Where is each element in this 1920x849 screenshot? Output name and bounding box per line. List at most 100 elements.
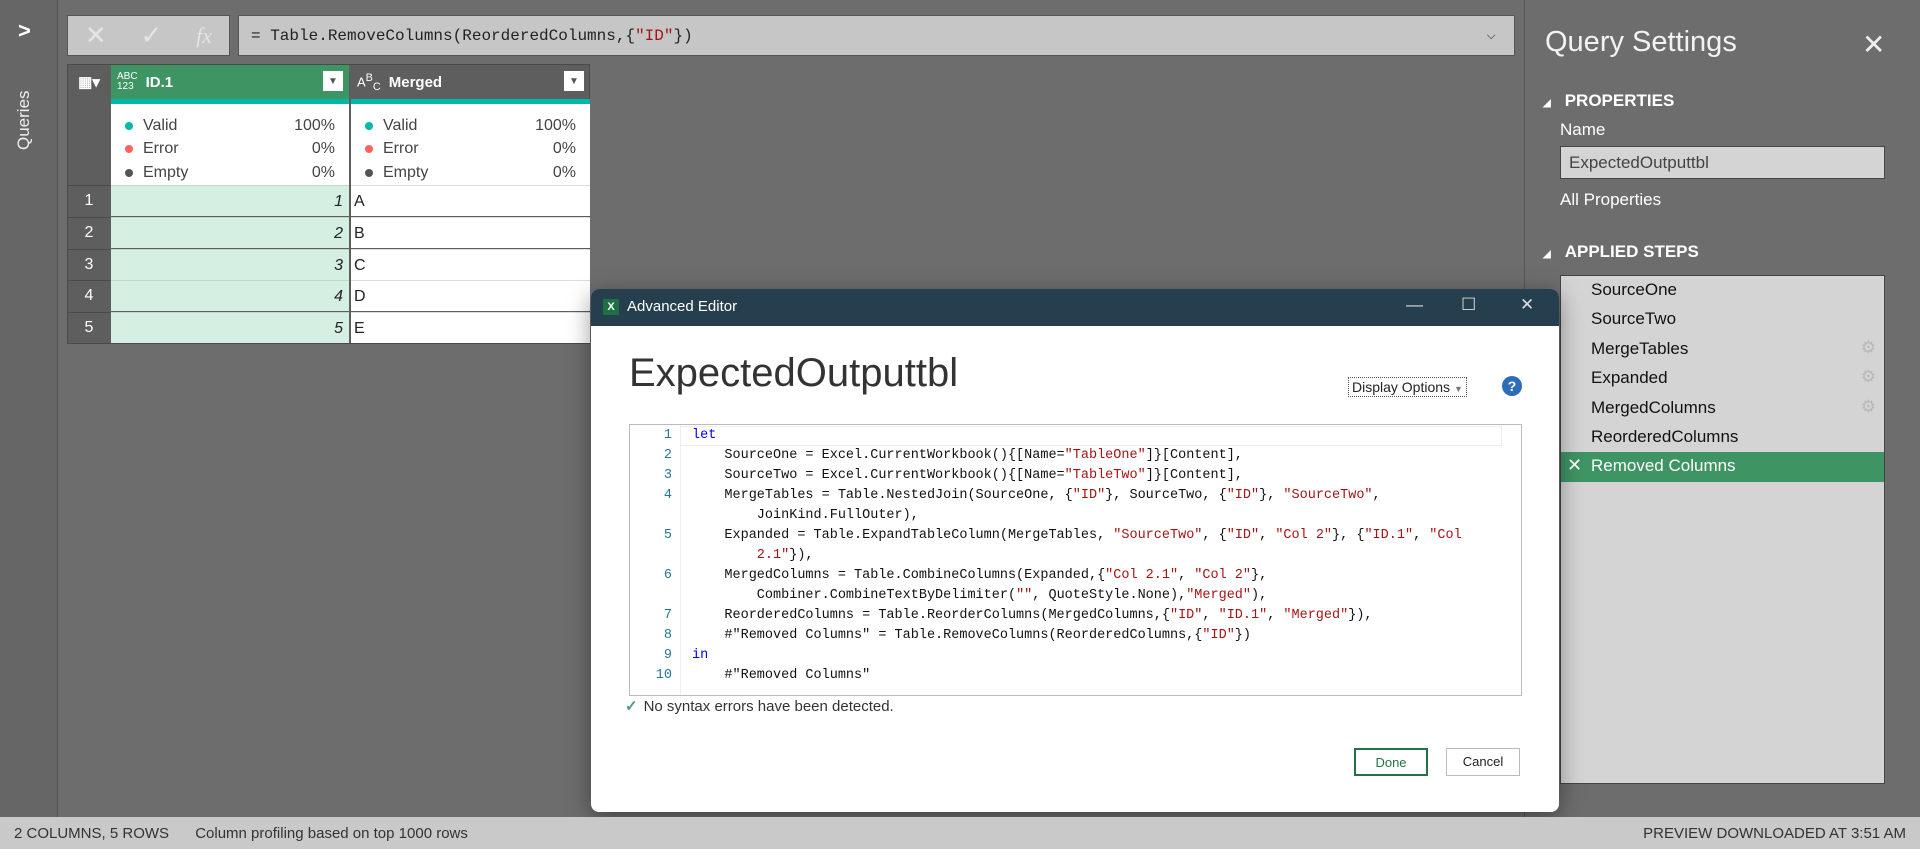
dialog-titlebar[interactable]: X Advanced Editor — ☐ ✕ xyxy=(591,289,1559,326)
status-bar: 2 COLUMNS, 5 ROWS Column profiling based… xyxy=(0,817,1920,849)
code-token: }, xyxy=(1251,568,1268,583)
line-number: 8 xyxy=(663,628,672,643)
applied-steps-header[interactable]: ◢ APPLIED STEPS xyxy=(1543,242,1699,262)
queries-pane[interactable]: > Queries xyxy=(0,0,58,817)
gear-icon[interactable]: ⚙ xyxy=(1861,338,1876,358)
code-token: Combiner.CombineTextByDelimiter( xyxy=(692,588,1017,603)
code-token: "ID" xyxy=(1226,488,1260,503)
done-button[interactable]: Done xyxy=(1354,748,1428,776)
fx-icon[interactable]: fx xyxy=(196,23,212,49)
cancel-button[interactable]: Cancel xyxy=(1446,748,1520,776)
help-icon[interactable]: ? xyxy=(1502,376,1522,396)
text-type-icon[interactable]: ABC xyxy=(357,72,381,92)
queries-label: Queries xyxy=(14,90,33,150)
row-number[interactable]: 4 xyxy=(68,280,110,311)
line-number xyxy=(630,506,672,526)
row-number[interactable]: 5 xyxy=(68,312,110,343)
code-token: , xyxy=(1372,488,1381,503)
close-icon[interactable]: ✕ xyxy=(1520,295,1534,315)
cell-id1[interactable]: 1 xyxy=(111,185,349,216)
expand-chevron-icon[interactable]: > xyxy=(18,18,31,44)
cell-merged[interactable]: B xyxy=(351,216,590,248)
profile-empty[interactable]: Empty 0% xyxy=(365,161,576,185)
profile-valid[interactable]: Valid 100% xyxy=(125,114,335,138)
filter-dropdown-icon[interactable]: ▼ xyxy=(564,71,584,91)
profile-label: Error xyxy=(365,140,419,158)
number-type-icon[interactable]: ABC 123 xyxy=(117,72,138,92)
code-line[interactable]: Expanded = Table.ExpandTableColumn(Merge… xyxy=(692,526,1461,546)
code-line[interactable]: #"Removed Columns" xyxy=(692,666,870,686)
applied-step[interactable]: ReorderedColumns xyxy=(1561,423,1884,452)
row-number[interactable]: 1 xyxy=(68,185,110,216)
query-settings-title: Query Settings xyxy=(1545,26,1737,58)
code-line[interactable]: Combiner.CombineTextByDelimiter("", Quot… xyxy=(692,586,1267,606)
code-line[interactable]: SourceTwo = Excel.CurrentWorkbook(){[Nam… xyxy=(692,466,1243,486)
cell-merged[interactable]: D xyxy=(351,280,590,312)
code-line[interactable]: MergedColumns = Table.CombineColumns(Exp… xyxy=(692,566,1267,586)
profile-valid[interactable]: Valid 100% xyxy=(365,114,576,138)
column-header-id1[interactable]: ABC 123 ID.1 ▼ xyxy=(111,65,349,99)
code-token: SourceTwo = Excel.CurrentWorkbook(){[Nam… xyxy=(692,468,1065,483)
code-line[interactable]: 2.1"}), xyxy=(692,546,814,566)
code-line[interactable]: MergeTables = Table.NestedJoin(SourceOne… xyxy=(692,486,1381,506)
applied-step[interactable]: SourceTwo xyxy=(1561,305,1884,334)
error-dot-icon xyxy=(125,145,133,154)
code-token: "TableTwo" xyxy=(1064,468,1146,483)
applied-step[interactable]: MergedColumns ⚙ xyxy=(1561,394,1884,423)
close-icon[interactable]: ✕ xyxy=(1862,28,1885,61)
code-token: "Col 2" xyxy=(1194,568,1252,583)
code-token: "ID" xyxy=(1072,488,1106,503)
filter-dropdown-icon[interactable]: ▼ xyxy=(323,71,343,91)
cell-id1[interactable]: 2 xyxy=(111,216,349,248)
minimize-icon[interactable]: — xyxy=(1406,295,1423,315)
profile-error[interactable]: Error 0% xyxy=(125,138,335,162)
applied-step[interactable]: MergeTables ⚙ xyxy=(1561,335,1884,364)
code-line[interactable]: ReorderedColumns = Table.ReorderColumns(… xyxy=(692,606,1372,626)
all-properties-link[interactable]: All Properties xyxy=(1560,190,1661,210)
cell-merged[interactable]: E xyxy=(351,312,590,344)
code-token: "Merged" xyxy=(1283,608,1349,623)
code-editor[interactable]: 1 let 2 SourceOne = Excel.CurrentWorkbook(… xyxy=(629,424,1522,696)
column-header-merged[interactable]: ABC Merged ▼ xyxy=(351,65,590,99)
current-line-highlight xyxy=(680,426,1502,446)
cell-id1[interactable]: 4 xyxy=(111,280,349,312)
cell-id1[interactable]: 5 xyxy=(111,312,349,344)
gutter-divider xyxy=(680,425,681,695)
confirm-formula-icon[interactable]: ✓ xyxy=(141,20,163,51)
code-token: ReorderedColumns = Table.ReorderColumns(… xyxy=(692,608,1170,623)
properties-header[interactable]: ◢ PROPERTIES xyxy=(1543,91,1674,111)
applied-step[interactable]: Expanded ⚙ xyxy=(1561,364,1884,393)
gear-icon[interactable]: ⚙ xyxy=(1861,367,1876,387)
code-token: SourceOne = Excel.CurrentWorkbook(){[Nam… xyxy=(692,448,1065,463)
profiling-scope[interactable]: Column profiling based on top 1000 rows xyxy=(195,825,468,842)
valid-dot-icon xyxy=(365,121,373,130)
gear-icon[interactable]: ⚙ xyxy=(1861,397,1876,417)
formula-input[interactable]: = Table.RemoveColumns(ReorderedColumns,{… xyxy=(238,15,1515,56)
profile-empty[interactable]: Empty 0% xyxy=(125,161,335,185)
cell-merged[interactable]: A xyxy=(351,185,590,216)
code-line[interactable]: JoinKind.FullOuter), xyxy=(692,506,919,526)
line-number xyxy=(630,546,672,566)
line-number: 3 xyxy=(663,468,672,483)
query-name-input[interactable]: ExpectedOutputtbl xyxy=(1560,146,1885,179)
row-number[interactable]: 3 xyxy=(68,248,110,280)
applied-step[interactable]: ✕ Removed Columns xyxy=(1561,452,1884,482)
applied-step[interactable]: SourceOne xyxy=(1561,276,1884,305)
code-line[interactable]: #"Removed Columns" = Table.RemoveColumns… xyxy=(692,626,1251,646)
code-line[interactable]: let xyxy=(692,426,716,446)
table-menu-icon[interactable]: ▦▾ xyxy=(68,65,110,99)
maximize-icon[interactable]: ☐ xyxy=(1461,295,1476,315)
applied-steps-list: SourceOne SourceTwo MergeTables ⚙ Expanded ⚙ M… xyxy=(1560,275,1885,784)
dialog-title: Advanced Editor xyxy=(627,298,738,315)
code-line[interactable]: SourceOne = Excel.CurrentWorkbook(){[Nam… xyxy=(692,446,1243,466)
code-line[interactable]: in xyxy=(692,646,708,666)
profile-error[interactable]: Error 0% xyxy=(365,138,576,162)
cancel-formula-icon[interactable]: ✕ xyxy=(85,20,107,51)
display-options-dropdown[interactable]: Display Options ▼ xyxy=(1348,377,1467,397)
row-number[interactable]: 2 xyxy=(68,216,110,248)
cell-merged[interactable]: C xyxy=(351,248,590,280)
cell-id1[interactable]: 3 xyxy=(111,248,349,280)
code-token: "" xyxy=(1016,588,1033,603)
delete-step-icon[interactable]: ✕ xyxy=(1567,455,1582,476)
chevron-down-icon[interactable]: ⌵ xyxy=(1486,24,1496,44)
